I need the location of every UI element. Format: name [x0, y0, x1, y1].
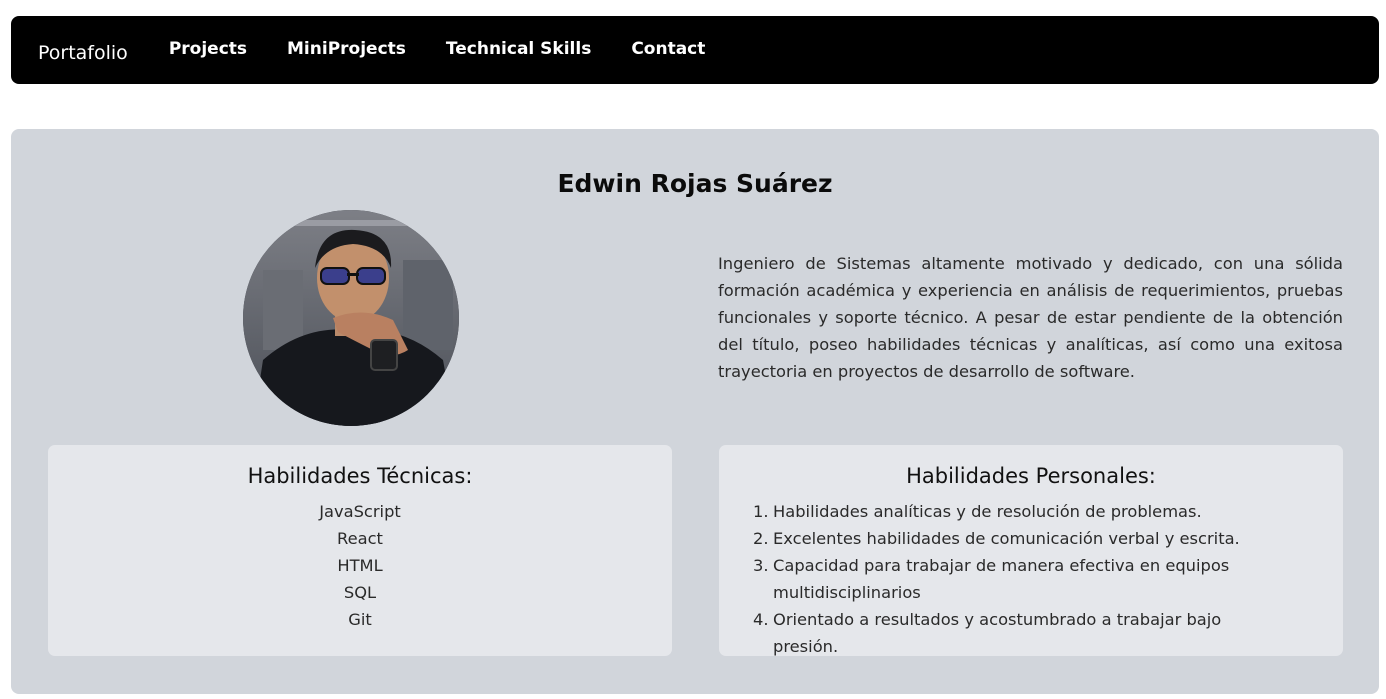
personal-skills-title: Habilidades Personales:: [906, 464, 1156, 488]
technical-skills-list: JavaScript React HTML SQL Git: [48, 498, 672, 633]
list-item-text: Habilidades analíticas y de resolución d…: [773, 502, 1202, 521]
navbar: Portafolio Projects MiniProjects Technic…: [11, 16, 1379, 84]
list-item: JavaScript: [319, 502, 401, 521]
technical-skills-title: Habilidades Técnicas:: [247, 464, 473, 488]
profile-name: Edwin Rojas Suárez: [557, 169, 833, 198]
list-item-text: Orientado a resultados y acostumbrado a …: [773, 610, 1222, 656]
list-item: React: [337, 529, 383, 548]
list-item: 1. Habilidades analíticas y de resolución…: [753, 502, 1202, 521]
profile-bio: Ingeniero de Sistemas altamente motivado…: [718, 254, 1343, 381]
nav-link-miniprojects[interactable]: MiniProjects: [287, 39, 406, 59]
list-item: Git: [348, 610, 372, 629]
technical-skills-card: Habilidades Técnicas: JavaScript React H…: [48, 445, 672, 656]
list-item: HTML: [337, 556, 383, 575]
profile-photo: [243, 210, 459, 426]
list-item: SQL: [343, 583, 377, 602]
nav-link-technical-skills[interactable]: Technical Skills: [446, 39, 591, 59]
list-item: 3. Capacidad para trabajar de manera efec…: [753, 556, 1230, 602]
nav-link-projects[interactable]: Projects: [169, 39, 247, 59]
list-item: 2. Excelentes habilidades de comunicación…: [753, 529, 1240, 548]
list-item-text: Capacidad para trabajar de manera efecti…: [773, 556, 1230, 602]
brand-logo[interactable]: Portafolio: [38, 42, 128, 64]
personal-skills-card: Habilidades Personales: 1. Habilidades an…: [719, 445, 1343, 656]
list-item: 4. Orientado a resultados y acostumbrado …: [753, 610, 1222, 656]
nav-link-contact[interactable]: Contact: [631, 39, 705, 59]
profile-section: Edwin Rojas Suárez Ingeniero de Sistemas…: [11, 129, 1379, 694]
list-item-text: Excelentes habilidades de comunicación v…: [773, 529, 1240, 548]
profile-photo-image: [243, 210, 459, 426]
personal-skills-list: 1. Habilidades analíticas y de resolución…: [719, 498, 1343, 660]
